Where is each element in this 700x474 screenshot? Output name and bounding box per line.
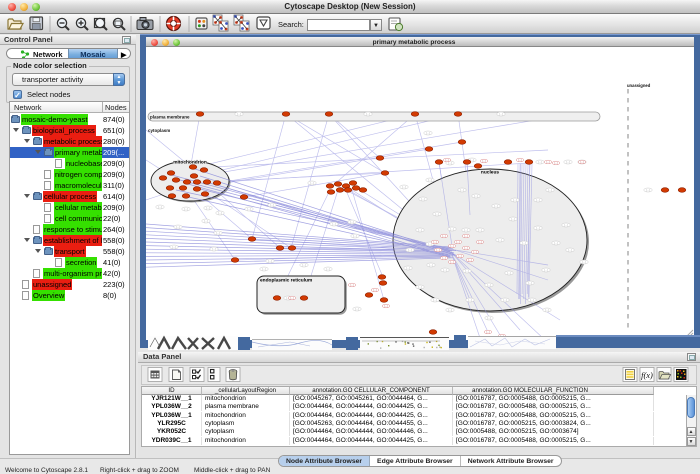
svg-text:[...]: [...] <box>554 241 558 245</box>
svg-text:[...]: [...] <box>464 228 468 232</box>
svg-text:[...]: [...] <box>176 225 180 229</box>
svg-text:[...]: [...] <box>458 255 462 258</box>
svg-text:[...]: [...] <box>513 198 517 202</box>
svg-text:[...]: [...] <box>302 263 306 267</box>
svg-text:[...]: [...] <box>478 241 482 244</box>
svg-text:[...]: [...] <box>429 263 433 267</box>
svg-text:[...]: [...] <box>474 194 478 198</box>
svg-text:[...]: [...] <box>172 245 176 249</box>
svg-text:[...]: [...] <box>456 241 460 244</box>
svg-text:[...]: [...] <box>290 297 294 300</box>
svg-text:[...]: [...] <box>204 219 208 223</box>
svg-text:[...]: [...] <box>406 266 410 270</box>
svg-text:[...]: [...] <box>554 162 558 165</box>
svg-text:[...]: [...] <box>212 247 216 251</box>
svg-text:[...]: [...] <box>528 281 532 285</box>
svg-text:[...]: [...] <box>544 268 548 272</box>
svg-text:[...]: [...] <box>426 131 430 135</box>
svg-text:endoplasmic reticulum: endoplasmic reticulum <box>260 278 312 284</box>
svg-text:[...]: [...] <box>499 112 503 116</box>
svg-text:[...]: [...] <box>464 247 468 250</box>
svg-text:[...]: [...] <box>442 235 446 238</box>
svg-text:[...]: [...] <box>268 259 272 263</box>
svg-text:[...]: [...] <box>511 217 515 221</box>
svg-text:[...]: [...] <box>418 285 422 289</box>
svg-text:[...]: [...] <box>530 298 534 302</box>
svg-text:[...]: [...] <box>443 268 447 272</box>
svg-text:[...]: [...] <box>247 207 251 211</box>
svg-text:[...]: [...] <box>546 161 550 164</box>
svg-text:[...]: [...] <box>436 249 440 252</box>
svg-text:[...]: [...] <box>206 206 210 210</box>
svg-text:[...]: [...] <box>350 284 354 287</box>
svg-text:[...]: [...] <box>384 305 388 308</box>
svg-text:[...]: [...] <box>646 188 650 192</box>
svg-text:[...]: [...] <box>487 316 491 320</box>
svg-text:[...]: [...] <box>564 223 568 227</box>
svg-text:[...]: [...] <box>538 160 542 164</box>
svg-text:[...]: [...] <box>494 204 498 208</box>
svg-text:[...]: [...] <box>435 212 439 216</box>
svg-text:[...]: [...] <box>536 198 540 202</box>
svg-text:[...]: [...] <box>332 222 336 226</box>
svg-text:[...]: [...] <box>448 308 452 312</box>
svg-text:[...]: [...] <box>473 251 477 254</box>
svg-text:[...]: [...] <box>366 112 370 116</box>
svg-text:[...]: [...] <box>442 257 446 260</box>
svg-text:[...]: [...] <box>408 248 412 252</box>
svg-text:[...]: [...] <box>450 227 454 231</box>
svg-text:[...]: [...] <box>468 298 472 302</box>
svg-text:[...]: [...] <box>184 207 188 211</box>
svg-text:[...]: [...] <box>548 188 552 192</box>
svg-text:[...]: [...] <box>270 203 274 207</box>
svg-text:[...]: [...] <box>353 234 357 238</box>
svg-text:Search:: Search: <box>278 20 304 29</box>
svg-text:[...]: [...] <box>568 248 572 252</box>
svg-text:[...]: [...] <box>428 178 432 182</box>
svg-text:[...]: [...] <box>262 267 266 271</box>
svg-text:unassigned: unassigned <box>627 83 651 88</box>
svg-text:[...]: [...] <box>460 188 464 192</box>
svg-text:[...]: [...] <box>216 231 220 235</box>
svg-text:[...]: [...] <box>421 197 425 201</box>
svg-text:[...]: [...] <box>545 308 549 312</box>
svg-text:[...]: [...] <box>518 159 522 162</box>
svg-text:[...]: [...] <box>433 298 437 302</box>
svg-text:[...]: [...] <box>433 241 437 244</box>
svg-text:[...]: [...] <box>450 261 454 264</box>
svg-text:cytoplasm: cytoplasm <box>148 128 170 133</box>
svg-text:[...]: [...] <box>582 260 586 264</box>
svg-text:[...]: [...] <box>310 181 314 185</box>
svg-text:[...]: [...] <box>536 226 540 230</box>
svg-text:[...]: [...] <box>218 211 222 215</box>
svg-text:[...]: [...] <box>464 235 468 238</box>
svg-text:[...]: [...] <box>580 161 584 164</box>
svg-text:[...]: [...] <box>326 267 330 271</box>
svg-text:[...]: [...] <box>503 298 507 302</box>
svg-text:nucleus: nucleus <box>481 170 499 176</box>
svg-text:[...]: [...] <box>465 269 469 273</box>
svg-text:[...]: [...] <box>468 259 472 262</box>
svg-text:[...]: [...] <box>158 205 162 209</box>
svg-text:[...]: [...] <box>498 238 502 242</box>
svg-text:[...]: [...] <box>478 228 482 232</box>
svg-text:[...]: [...] <box>445 159 449 162</box>
svg-text:[...]: [...] <box>237 112 241 116</box>
svg-text:[...]: [...] <box>350 220 354 224</box>
svg-text:[...]: [...] <box>522 241 526 245</box>
svg-text:[...]: [...] <box>507 271 511 275</box>
svg-text:[...]: [...] <box>482 160 486 163</box>
svg-text:[...]: [...] <box>418 228 422 232</box>
svg-text:[...]: [...] <box>402 185 406 189</box>
svg-text:[...]: [...] <box>450 245 454 248</box>
svg-text:[...]: [...] <box>566 160 570 164</box>
svg-text:mitochondrion: mitochondrion <box>173 160 207 166</box>
svg-text:f(x): f(x) <box>641 370 653 380</box>
svg-text:[...]: [...] <box>373 289 377 292</box>
svg-text:[...]: [...] <box>487 283 491 287</box>
svg-text:[...]: [...] <box>355 307 359 311</box>
svg-text:plasma membrane: plasma membrane <box>150 115 190 120</box>
